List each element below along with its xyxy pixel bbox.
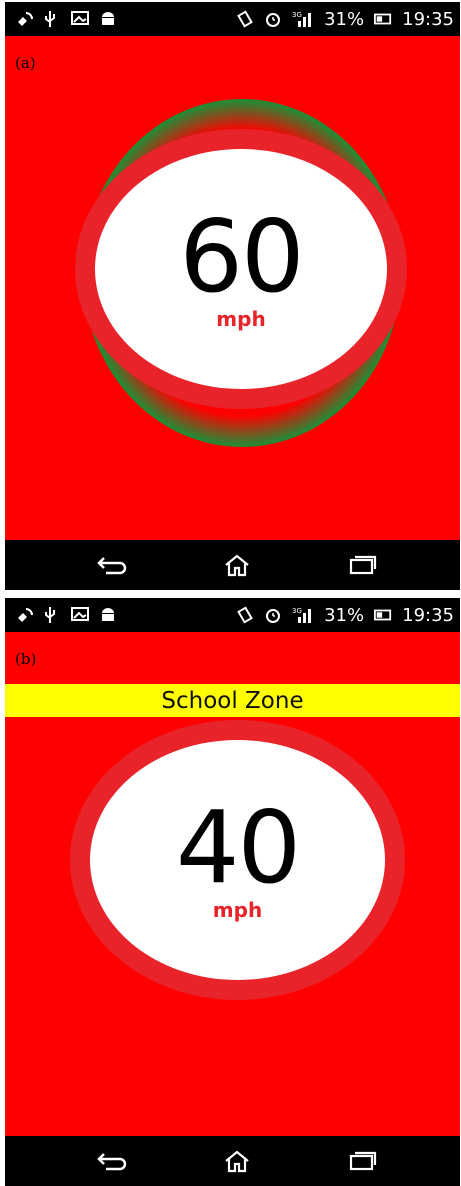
vibrate-icon xyxy=(236,606,254,624)
recent-apps-icon[interactable] xyxy=(343,552,383,578)
battery-percent: 31% xyxy=(324,604,365,626)
android-icon xyxy=(99,10,117,28)
navigation-bar xyxy=(5,1136,460,1186)
status-bar: 3G 31% 19:35 xyxy=(5,2,460,36)
alarm-icon xyxy=(264,10,282,28)
satellite-icon xyxy=(15,606,33,624)
back-icon[interactable] xyxy=(92,552,132,578)
speed-value: 60 xyxy=(179,198,304,315)
speed-unit: mph xyxy=(216,307,266,331)
home-icon[interactable] xyxy=(217,552,257,578)
satellite-icon xyxy=(15,10,33,28)
image-icon xyxy=(71,10,89,28)
panel-label: (b) xyxy=(15,650,37,668)
signal-icon: 3G xyxy=(292,606,314,624)
clock: 19:35 xyxy=(402,8,454,30)
battery-percent: 31% xyxy=(324,8,365,30)
usb-icon xyxy=(43,606,61,624)
alarm-icon xyxy=(264,606,282,624)
phone-screen-b: 3G 31% 19:35 (b) School Zone 40 mph xyxy=(5,598,460,1186)
speed-limit-sign: 60 mph xyxy=(75,129,407,409)
home-icon[interactable] xyxy=(217,1148,257,1174)
android-icon xyxy=(99,606,117,624)
image-icon xyxy=(71,606,89,624)
speed-unit: mph xyxy=(212,898,263,922)
status-bar: 3G 31% 19:35 xyxy=(5,598,460,632)
panel-label: (a) xyxy=(15,54,36,72)
vibrate-icon xyxy=(236,10,254,28)
navigation-bar xyxy=(5,540,460,590)
network-type: 3G xyxy=(292,607,302,615)
speed-limit-sign: 40 mph xyxy=(70,720,405,1000)
network-type: 3G xyxy=(292,11,302,19)
back-icon[interactable] xyxy=(92,1148,132,1174)
battery-icon xyxy=(374,606,392,624)
recent-apps-icon[interactable] xyxy=(343,1148,383,1174)
phone-screen-a: 3G 31% 19:35 (a) 60 mph xyxy=(5,2,460,590)
zone-banner: School Zone xyxy=(5,684,460,717)
usb-icon xyxy=(43,10,61,28)
clock: 19:35 xyxy=(402,604,454,626)
speed-value: 40 xyxy=(175,789,301,906)
signal-icon: 3G xyxy=(292,10,314,28)
battery-icon xyxy=(374,10,392,28)
